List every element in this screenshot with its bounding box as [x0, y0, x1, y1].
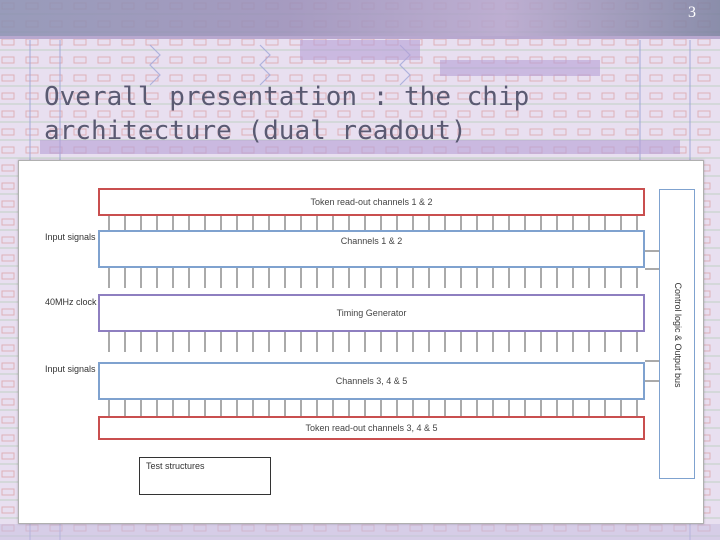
clock-label: 40MHz clock	[45, 297, 97, 307]
header-band	[0, 0, 720, 36]
channels-1-2-label: Channels 1 & 2	[340, 236, 403, 246]
timing-generator-block: Timing Generator	[98, 294, 645, 332]
bus-timing-ch345	[108, 332, 638, 352]
bus-ch12-timing	[108, 268, 638, 288]
token-readout-bottom-block: Token read-out channels 3, 4 & 5	[98, 416, 645, 440]
header-divider	[0, 36, 720, 39]
slide-title: Overall presentation : the chip architec…	[44, 82, 530, 146]
input-signals-bottom-label: Input signals	[45, 364, 96, 374]
test-structures-label: Test structures	[146, 461, 205, 471]
token-readout-top-label: Token read-out channels 1 & 2	[310, 197, 433, 207]
channels-3-4-5-label: Channels 3, 4 & 5	[335, 376, 408, 386]
chip-architecture-diagram: Token read-out channels 1 & 2 Channels 1…	[18, 160, 704, 524]
token-readout-top-block: Token read-out channels 1 & 2	[98, 188, 645, 216]
timing-generator-label: Timing Generator	[336, 308, 407, 318]
input-signals-top-label: Input signals	[45, 232, 96, 242]
channels-3-4-5-block: Channels 3, 4 & 5	[98, 362, 645, 400]
channels-1-2-block: Channels 1 & 2	[98, 230, 645, 268]
control-logic-output-bus-block: Control logic & Output bus	[659, 189, 695, 479]
token-readout-bottom-label: Token read-out channels 3, 4 & 5	[305, 423, 438, 433]
test-structures-block: Test structures	[139, 457, 271, 495]
control-logic-label: Control logic & Output bus	[673, 282, 683, 388]
page-number: 3	[688, 4, 696, 21]
